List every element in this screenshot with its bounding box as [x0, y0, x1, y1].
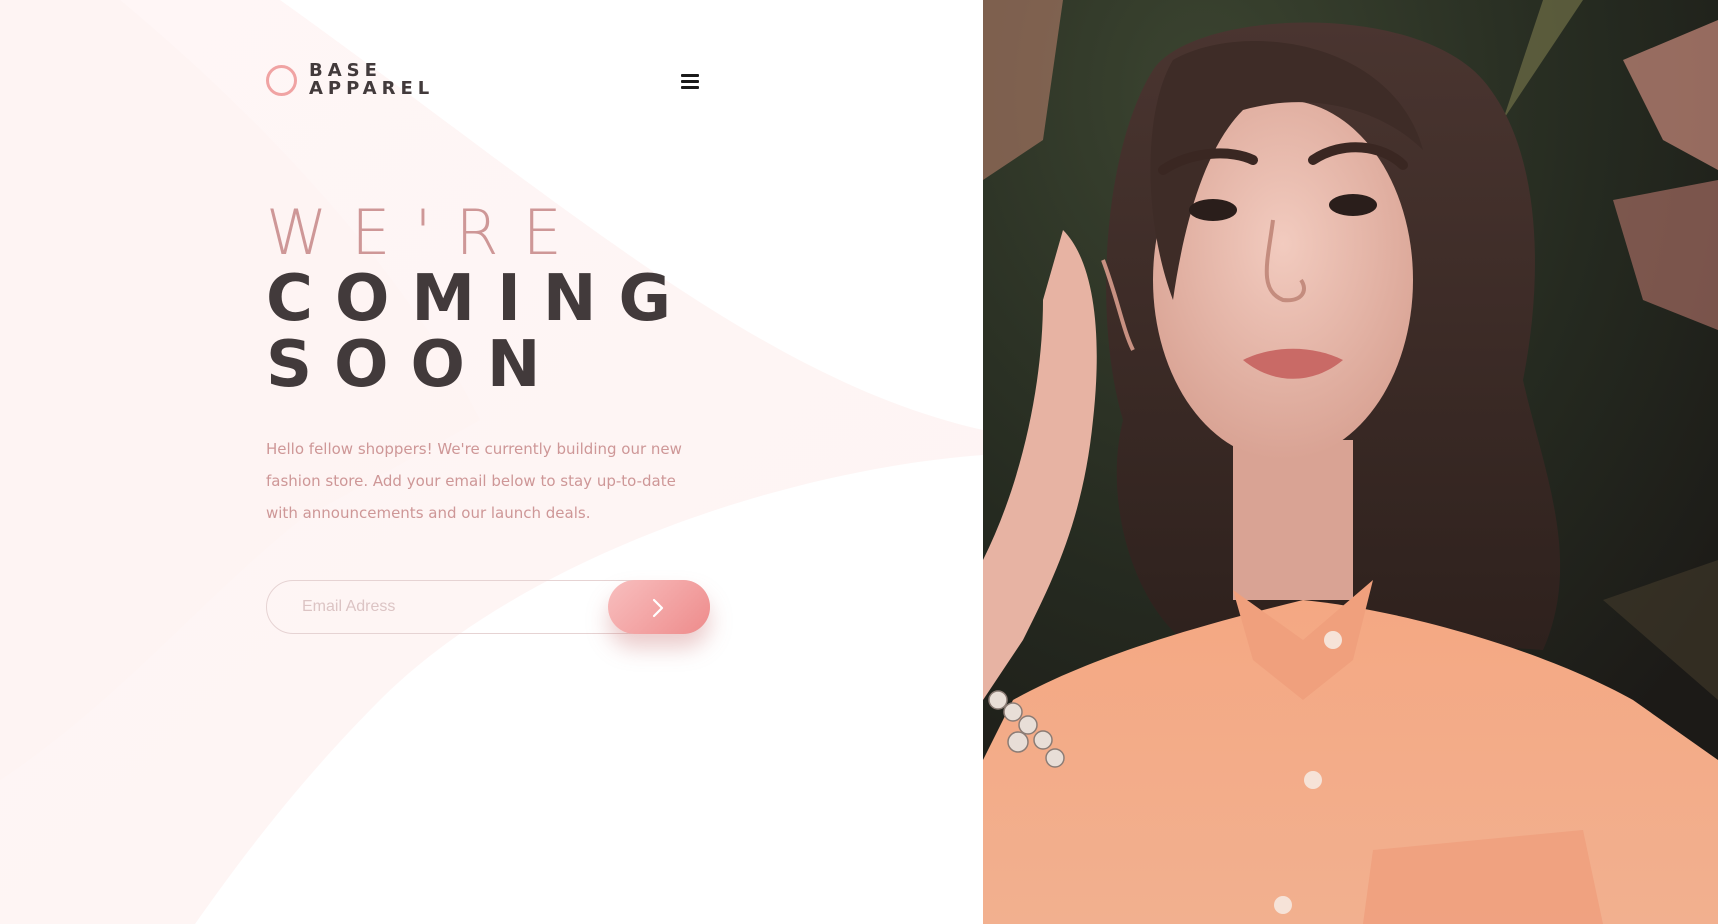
- email-input[interactable]: [267, 581, 597, 633]
- headline-dark-line-1: COMING: [266, 262, 693, 336]
- submit-button[interactable]: [608, 580, 710, 634]
- content-panel: BASE APPAREL WE'RE COMING SOON Hello fel…: [0, 0, 983, 924]
- email-signup-form: [266, 580, 710, 634]
- headline: WE'RE COMING SOON: [266, 196, 693, 402]
- logo-ring-icon: [266, 64, 297, 96]
- chevron-right-icon: [652, 598, 664, 618]
- description-text: Hello fellow shoppers! We're currently b…: [266, 440, 682, 522]
- model-photo: [983, 0, 1718, 924]
- brand-name-line-2: APPAREL: [309, 78, 435, 99]
- headline-dark-line-2: SOON: [266, 328, 563, 402]
- hamburger-icon[interactable]: [681, 74, 701, 90]
- headline-light: WE'RE: [266, 196, 586, 269]
- brand-name: BASE APPAREL: [309, 62, 434, 98]
- hero-image: [983, 0, 1718, 924]
- brand-logo[interactable]: BASE APPAREL: [266, 62, 434, 98]
- coming-soon-page: BASE APPAREL WE'RE COMING SOON Hello fel…: [0, 0, 1718, 924]
